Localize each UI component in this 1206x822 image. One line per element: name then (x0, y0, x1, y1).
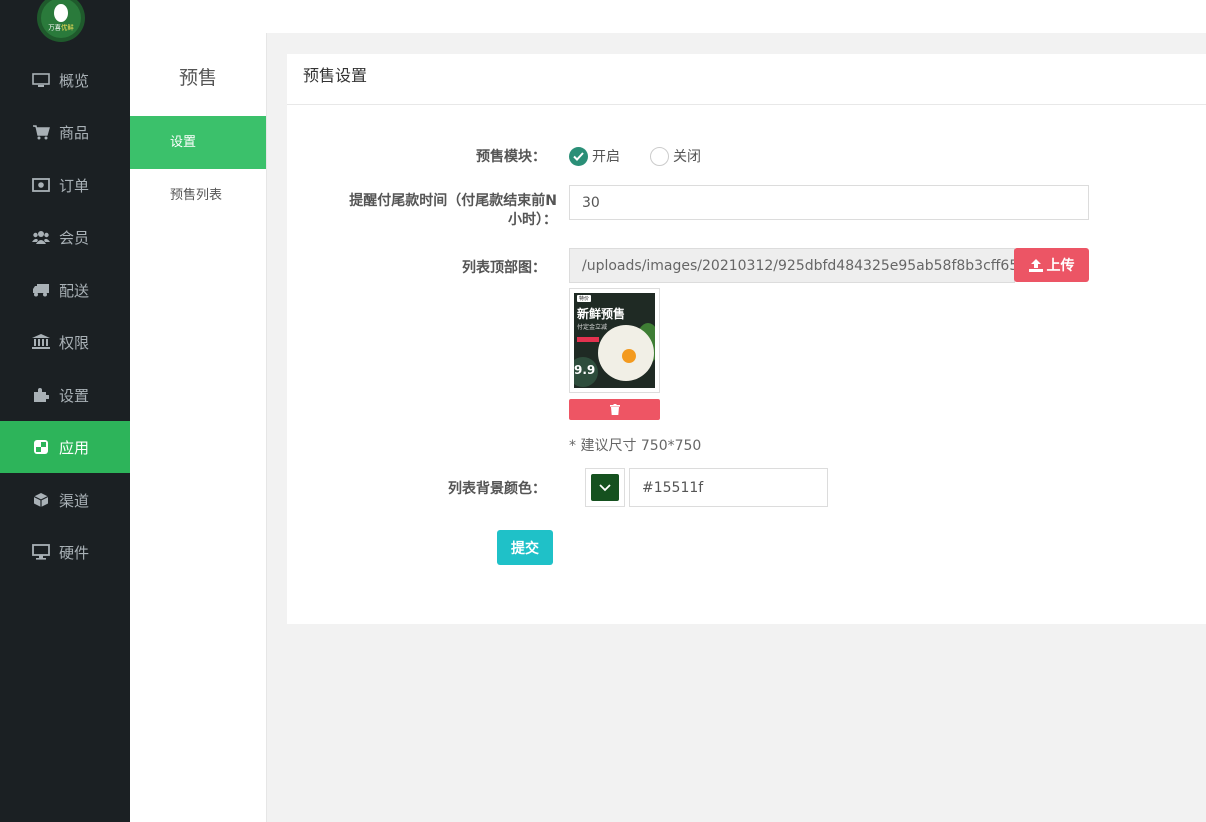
radio-disable-label: 关闭 (673, 149, 701, 165)
nav-item-delivery[interactable]: 配送 (0, 264, 130, 316)
top-bar (130, 0, 1206, 33)
color-swatch (591, 474, 619, 501)
desktop-icon (32, 544, 50, 560)
top-image-label: 列表顶部图： (462, 260, 546, 276)
nav-item-hardware[interactable]: 硬件 (0, 526, 130, 578)
presale-module-label: 预售模块： (476, 149, 546, 165)
nav-item-label: 应用 (59, 438, 90, 457)
radio-disable[interactable]: 关闭 (650, 146, 701, 166)
nav-item-orders[interactable]: 订单 (0, 159, 130, 211)
cube-icon (32, 492, 50, 508)
nav-item-label: 概览 (59, 71, 90, 90)
nav-item-label: 会员 (59, 228, 90, 247)
submit-button[interactable]: 提交 (497, 530, 553, 565)
cart-icon (32, 124, 50, 140)
bg-color-input[interactable]: #15511f (629, 468, 828, 507)
reminder-label: 提醒付尾款时间（付尾款结束前N 小时）： (349, 193, 557, 228)
image-size-hint: * 建议尺寸 750*750 (569, 438, 702, 454)
upload-button-label: 上传 (1046, 258, 1075, 274)
sub-sidebar: 预售 设置 预售列表 (130, 33, 267, 822)
main-sidebar: 万喜优鲜 概览 商品 订单 会员 配送 权限 设置 应用 渠道 硬件 (0, 0, 130, 822)
nav-item-apps[interactable]: 应用 (0, 421, 130, 473)
brand-logo[interactable]: 万喜优鲜 (37, 0, 85, 42)
top-image-path-input[interactable]: /uploads/images/20210312/925dbfd484325e9… (569, 248, 1015, 283)
users-icon (32, 229, 50, 245)
nav-item-members[interactable]: 会员 (0, 211, 130, 263)
top-image-preview: 特价 新鲜预售 付定金立减 9.9 (569, 288, 660, 393)
reminder-hours-input[interactable]: 30 (569, 185, 1089, 220)
card-title: 预售设置 (287, 54, 1206, 105)
delete-image-button[interactable] (569, 399, 660, 420)
puzzle-icon (32, 387, 50, 403)
nav-item-label: 配送 (59, 281, 90, 300)
settings-card: 预售设置 预售模块： 开启 关闭 提醒付尾款时间（付尾款结束前N 小时）： 30… (287, 54, 1206, 624)
nav-item-label: 订单 (59, 176, 90, 195)
check-circle-icon (569, 146, 588, 166)
money-icon (32, 177, 50, 193)
nav-item-label: 商品 (59, 123, 90, 142)
nav-item-label: 设置 (59, 386, 90, 405)
color-picker-button[interactable] (585, 468, 625, 507)
nav-item-permissions[interactable]: 权限 (0, 316, 130, 368)
bg-color-label: 列表背景颜色： (448, 481, 546, 497)
subnav-title: 预售 (178, 67, 217, 89)
upload-button[interactable]: 上传 (1014, 248, 1089, 282)
nav-item-settings[interactable]: 设置 (0, 369, 130, 421)
radio-enable-label: 开启 (592, 149, 620, 165)
radio-enable[interactable]: 开启 (569, 146, 620, 166)
trash-icon (609, 404, 620, 415)
nav-item-overview[interactable]: 概览 (0, 54, 130, 106)
truck-icon (32, 282, 50, 298)
upload-icon (1028, 258, 1043, 272)
chevron-down-icon (599, 483, 611, 491)
nav-item-channels[interactable]: 渠道 (0, 474, 130, 526)
subnav-item-settings[interactable]: 设置 (130, 116, 266, 169)
apps-icon (32, 439, 50, 455)
subnav-item-presale-list[interactable]: 预售列表 (130, 169, 266, 222)
nav-item-label: 硬件 (59, 543, 90, 562)
nav-item-label: 权限 (59, 333, 90, 352)
bank-icon (32, 334, 50, 350)
radio-empty-icon (650, 146, 669, 166)
nav-item-products[interactable]: 商品 (0, 106, 130, 158)
monitor-icon (32, 72, 50, 88)
nav-item-label: 渠道 (59, 491, 90, 510)
